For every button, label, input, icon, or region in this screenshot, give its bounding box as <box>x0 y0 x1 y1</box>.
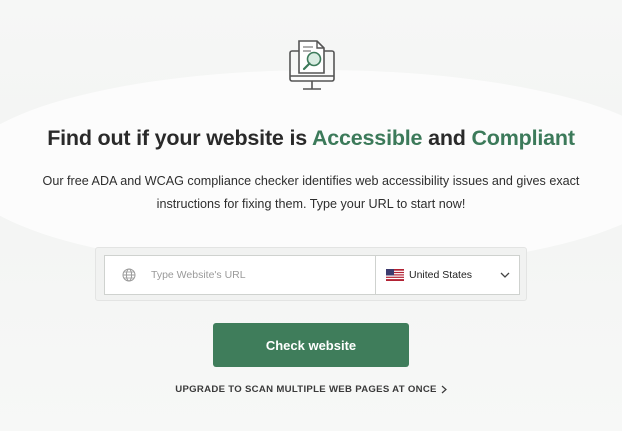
headline-highlight-compliant: Compliant <box>471 126 575 150</box>
upgrade-link-label: UPGRADE TO SCAN MULTIPLE WEB PAGES AT ON… <box>175 384 437 395</box>
url-check-form: United States <box>95 247 527 301</box>
country-select-label: United States <box>409 269 473 281</box>
page-headline: Find out if your website is Accessible a… <box>0 126 622 151</box>
country-select[interactable]: United States <box>375 255 520 295</box>
url-field-container <box>104 255 375 295</box>
upgrade-link[interactable]: UPGRADE TO SCAN MULTIPLE WEB PAGES AT ON… <box>175 384 447 395</box>
upgrade-section: UPGRADE TO SCAN MULTIPLE WEB PAGES AT ON… <box>0 384 622 395</box>
page: Find out if your website is Accessible a… <box>0 0 622 431</box>
website-url-input[interactable] <box>149 268 363 282</box>
headline-text-1: Find out if your website is <box>47 126 312 150</box>
chevron-right-icon <box>441 385 447 394</box>
us-flag-icon <box>386 269 404 281</box>
check-website-button[interactable]: Check website <box>213 323 409 367</box>
headline-highlight-accessible: Accessible <box>311 126 423 150</box>
globe-icon <box>122 268 136 282</box>
accessibility-audit-monitor-icon <box>289 40 335 90</box>
chevron-down-icon <box>500 272 510 278</box>
headline-text-2: and <box>422 126 472 150</box>
hero-description: Our free ADA and WCAG compliance checker… <box>42 174 580 211</box>
